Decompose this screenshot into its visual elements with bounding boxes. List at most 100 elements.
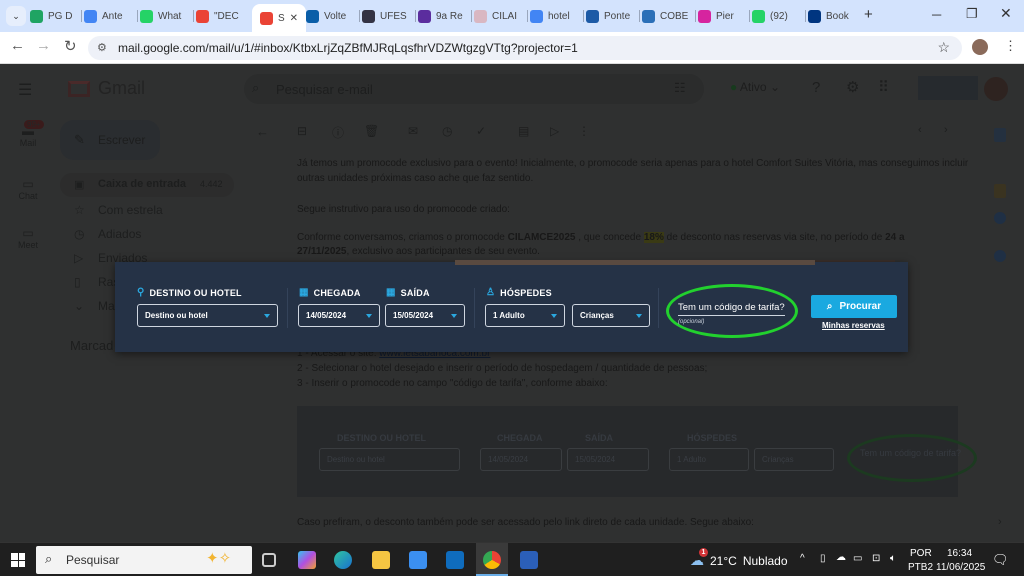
search-button-label: Procurar: [839, 301, 882, 312]
expand-side-panel-icon[interactable]: ›: [998, 516, 1002, 528]
help-icon[interactable]: ?: [812, 79, 820, 96]
contacts-side-icon[interactable]: [994, 250, 1006, 262]
main-menu-icon[interactable]: ☰: [18, 80, 32, 100]
calendar-icon: ▦: [299, 287, 309, 298]
browser-menu-icon[interactable]: ⋮: [1004, 38, 1017, 54]
notifications-icon[interactable]: 🗨︎: [992, 552, 1009, 568]
url-bar[interactable]: ⚙ mail.google.com/mail/u/1/#inbox/KtbxLr…: [88, 36, 962, 60]
calendar-side-icon[interactable]: [994, 128, 1006, 142]
weather-widget[interactable]: ☁ 1 21°C Nublado: [690, 548, 788, 569]
rail-mail[interactable]: ▬ 99+ Mail: [14, 120, 44, 148]
site-info-icon[interactable]: ⚙: [97, 41, 107, 54]
edge-icon[interactable]: [334, 551, 352, 569]
add-task-icon[interactable]: ✓: [476, 124, 486, 138]
back-to-inbox-icon[interactable]: ←: [256, 124, 269, 139]
filter-icon[interactable]: ☷: [674, 80, 686, 96]
browser-tab[interactable]: Ante: [84, 6, 132, 26]
browser-tab[interactable]: Book: [808, 6, 856, 26]
apps-icon[interactable]: ⠿: [878, 78, 889, 96]
browser-tab[interactable]: Volte: [306, 6, 354, 26]
battery-icon[interactable]: ▭: [853, 553, 862, 564]
search-bar[interactable]: ⌕ Pesquisar e-mail ☷: [244, 74, 704, 104]
back-icon[interactable]: ←: [10, 37, 25, 54]
profile-avatar[interactable]: [972, 39, 988, 55]
taskbar-search-input[interactable]: Pesquisar: [66, 553, 119, 567]
chrome-taskbar-active[interactable]: [476, 543, 508, 576]
onedrive-icon[interactable]: ☁: [836, 552, 846, 563]
nav-item[interactable]: ⌄ Ma: [74, 299, 115, 313]
close-tab-icon[interactable]: ✕: [290, 13, 298, 24]
outlook-icon[interactable]: [446, 551, 464, 569]
more-icon[interactable]: ⋮: [578, 124, 590, 138]
clock-time[interactable]: 16:34: [947, 548, 972, 559]
my-reservations-link[interactable]: Minhas reservas: [822, 321, 885, 330]
older-icon[interactable]: ‹: [918, 124, 922, 136]
browser-tab[interactable]: "DEC: [196, 6, 244, 26]
search-input[interactable]: Pesquisar e-mail: [276, 82, 373, 97]
search-button[interactable]: ⌕ Procurar: [811, 295, 897, 318]
adults-select[interactable]: 1 Adulto: [485, 304, 565, 327]
nav-inbox[interactable]: ▣ Caixa de entrada 4.442: [60, 173, 234, 197]
language-indicator[interactable]: POR: [910, 548, 932, 559]
new-tab-button[interactable]: +: [864, 6, 873, 23]
nav-item[interactable]: ▯ Ras: [74, 275, 119, 289]
newer-icon[interactable]: ›: [944, 124, 948, 136]
browser-tab[interactable]: Pier: [698, 6, 746, 26]
checkout-select[interactable]: 15/05/2024: [385, 304, 465, 327]
dest-select[interactable]: Destino ou hotel: [137, 304, 278, 327]
nav-item[interactable]: ☆ Com estrela: [74, 203, 163, 217]
settings-icon[interactable]: ⚙: [846, 78, 859, 96]
file-explorer-icon[interactable]: [372, 551, 390, 569]
browser-tab[interactable]: S ✕: [252, 4, 306, 32]
store-icon[interactable]: [409, 551, 427, 569]
status-dropdown[interactable]: ● Ativo ⌄: [730, 80, 780, 94]
browser-tab[interactable]: hotel: [530, 6, 578, 26]
bookmark-star-icon[interactable]: ☆: [937, 39, 950, 56]
delete-icon[interactable]: 🗑︎: [364, 124, 379, 138]
report-spam-icon[interactable]: ⓘ: [332, 124, 344, 141]
checkin-select[interactable]: 14/05/2024: [298, 304, 380, 327]
browser-tab[interactable]: UFES: [362, 6, 410, 26]
close-window-button[interactable]: ✕: [1000, 5, 1012, 22]
show-hidden-icons[interactable]: ^: [800, 553, 805, 564]
minimize-button[interactable]: ─: [932, 7, 941, 22]
rail-meet[interactable]: ▭ Meet: [14, 226, 42, 250]
highlight-ellipse: [847, 434, 977, 482]
reload-icon[interactable]: ↻: [64, 37, 77, 55]
body-paragraph: 27/11/2025, exclusivo aos participantes …: [297, 246, 540, 257]
compose-label: Escrever: [98, 133, 146, 147]
browser-tab[interactable]: 9a Re: [418, 6, 466, 26]
forward-icon[interactable]: →: [36, 37, 51, 54]
compose-button[interactable]: ✎ Escrever: [60, 120, 160, 160]
volume-icon[interactable]: 🔈︎: [890, 553, 896, 564]
mark-unread-icon[interactable]: ✉: [408, 124, 418, 138]
browser-tab[interactable]: What: [140, 6, 188, 26]
keep-side-icon[interactable]: [994, 184, 1006, 198]
keyboard-layout[interactable]: PTB2: [908, 562, 933, 573]
tab-search-button[interactable]: ⌄: [6, 6, 26, 26]
browser-tab[interactable]: COBE: [642, 6, 690, 26]
start-button[interactable]: [11, 553, 25, 567]
browser-tab[interactable]: Ponte: [586, 6, 634, 26]
nav-item[interactable]: ◷ Adiados: [74, 227, 141, 241]
restore-button[interactable]: ❐: [966, 6, 978, 22]
task-view-icon[interactable]: [262, 553, 276, 567]
browser-tab[interactable]: PG D: [30, 6, 78, 26]
move-to-icon[interactable]: ▤: [518, 124, 529, 138]
rate-code-link[interactable]: Tem um código de tarifa?: [678, 302, 785, 316]
browser-tab[interactable]: (92): [752, 6, 800, 26]
archive-icon[interactable]: ⊟: [297, 124, 307, 138]
label-icon[interactable]: ▷: [550, 124, 559, 138]
clock-date[interactable]: 11/06/2025: [936, 562, 985, 573]
rail-chat[interactable]: ▭ Chat: [14, 177, 42, 201]
word-icon[interactable]: [520, 551, 538, 569]
browser-tab[interactable]: CILAI: [474, 6, 522, 26]
taskbar-search[interactable]: ⌕ Pesquisar ✦✧: [36, 546, 252, 574]
copilot-icon[interactable]: [298, 551, 316, 569]
tasks-side-icon[interactable]: [994, 212, 1006, 224]
network-icon[interactable]: ⊡: [872, 553, 880, 564]
children-select[interactable]: Crianças: [572, 304, 650, 327]
account-avatar[interactable]: [984, 77, 1008, 101]
meet-now-icon[interactable]: ▯: [820, 553, 826, 564]
snooze-icon[interactable]: ◷: [442, 124, 452, 138]
